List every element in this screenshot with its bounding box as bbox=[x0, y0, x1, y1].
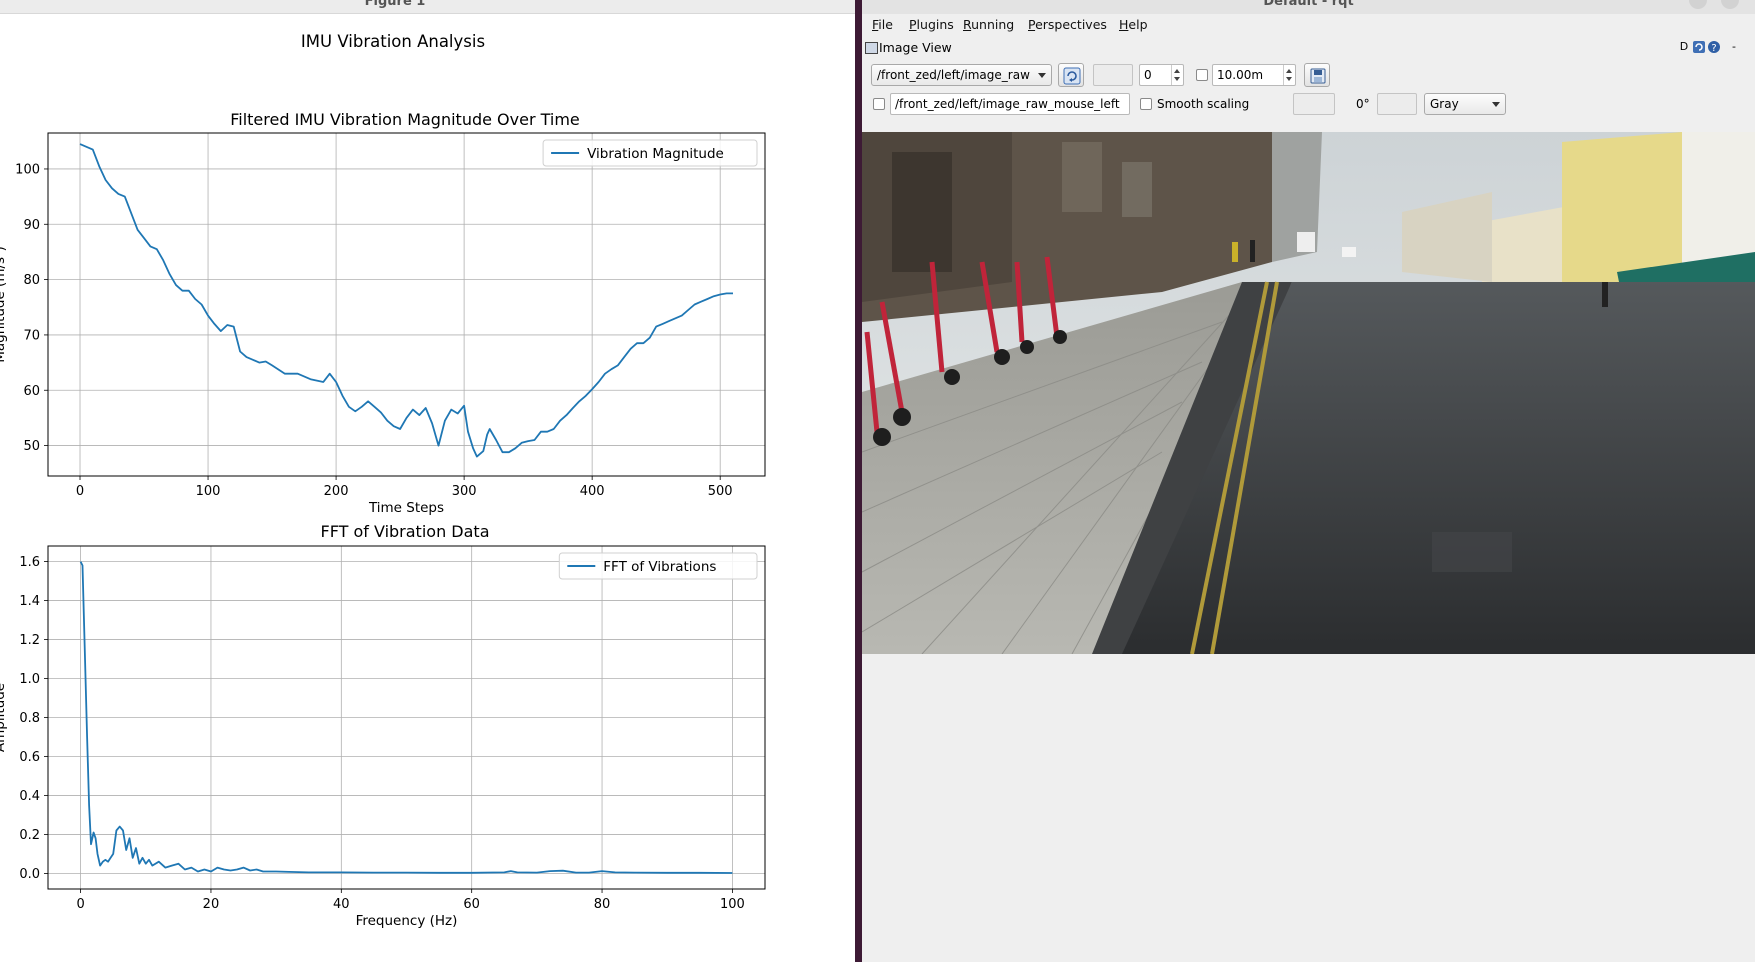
color-scheme-select[interactable]: Gray bbox=[1424, 93, 1506, 115]
reload-icon[interactable] bbox=[1692, 40, 1706, 54]
dock-minus-button[interactable]: - bbox=[1727, 40, 1741, 54]
figure-window: Figure 1 IMU Vibration Analysis Filtered… bbox=[0, 0, 855, 962]
chart0-y-tick-label: 80 bbox=[23, 273, 40, 288]
chart1-title: Filtered IMU Vibration Magnitude Over Ti… bbox=[230, 110, 580, 129]
spin-arrows-icon bbox=[1283, 65, 1295, 85]
menu-plugins-accel: P bbox=[909, 17, 917, 32]
chart0-y-tick-label: 90 bbox=[23, 218, 40, 233]
dynamic-range-checkbox[interactable] bbox=[1196, 69, 1208, 81]
chart0-y-tick-label: 70 bbox=[23, 328, 40, 343]
save-image-icon bbox=[1310, 68, 1326, 84]
chart1-x-tick-label: 40 bbox=[333, 897, 350, 912]
menu-perspectives-rest: erspectives bbox=[1035, 17, 1107, 32]
rotation-label: 0° bbox=[1356, 97, 1370, 111]
chart1-ylabel: Amplitude bbox=[0, 683, 8, 752]
menu-file-rest: ile bbox=[878, 17, 893, 32]
figure-canvas: IMU Vibration Analysis Filtered IMU Vibr… bbox=[0, 32, 766, 929]
chart1-legend-label: FFT of Vibrations bbox=[603, 559, 716, 575]
refresh-topics-button[interactable] bbox=[1058, 63, 1084, 87]
chart1-y-tick-label: 0.2 bbox=[19, 828, 40, 843]
chart1-x-tick-label: 20 bbox=[203, 897, 220, 912]
menu-running-accel: R bbox=[963, 17, 972, 32]
window-divider bbox=[855, 0, 862, 962]
chart0-x-tick-label: 400 bbox=[580, 484, 605, 499]
chart0-y-tick-label: 50 bbox=[23, 439, 40, 454]
mouse-topic-value: /front_zed/left/image_raw_mouse_left bbox=[895, 97, 1120, 111]
chevron-down-icon bbox=[1492, 102, 1500, 107]
svg-text:?: ? bbox=[1711, 43, 1716, 54]
rqt-window: Default - rqt File Plugins Running Persp… bbox=[862, 0, 1755, 962]
chart1-x-tick-label: 80 bbox=[594, 897, 611, 912]
publish-mouse-checkbox[interactable] bbox=[873, 98, 885, 110]
chart1-y-tick-label: 0.6 bbox=[19, 750, 40, 765]
chart0-x-tick-label: 200 bbox=[324, 484, 349, 499]
chart0-x-tick-label: 100 bbox=[196, 484, 221, 499]
chart1-y-tick-label: 0.4 bbox=[19, 789, 40, 804]
chevron-down-icon bbox=[1038, 73, 1046, 78]
refresh-icon bbox=[1063, 67, 1081, 85]
chart0-ylabel: Magnitude (m/s²) bbox=[0, 246, 8, 363]
menu-help-accel: H bbox=[1119, 17, 1129, 32]
rqt-window-title: Default - rqt bbox=[1263, 0, 1354, 9]
rotation-spinbox[interactable]: 0 bbox=[1139, 64, 1184, 86]
chart0-y-tick-label: 60 bbox=[23, 384, 40, 399]
chart1-y-tick-label: 0.0 bbox=[19, 867, 40, 882]
dock-title: Image View bbox=[879, 40, 952, 55]
duration-spinbox-value: 10.00m bbox=[1217, 68, 1264, 82]
chart0-frame bbox=[47, 132, 766, 477]
menu-file[interactable]: File bbox=[872, 17, 893, 32]
help-icon[interactable]: ? bbox=[1707, 40, 1721, 54]
menubar: File Plugins Running Perspectives Help bbox=[862, 14, 1755, 36]
chart1-x-tick-label: 0 bbox=[76, 897, 84, 912]
save-image-button[interactable] bbox=[1304, 63, 1330, 87]
chart1-y-tick-label: 1.4 bbox=[19, 594, 40, 609]
chart1-x-tick-label: 100 bbox=[720, 897, 745, 912]
chart-fft: 0 20 40 60 80 100 0.0 0.2 0.4 0.6 0.8 1.0 1.2 1.4 1.6 F… bbox=[0, 545, 766, 929]
chart0-xlabel: Time Steps bbox=[368, 500, 444, 516]
topic-select-value: /front_zed/left/image_raw bbox=[877, 68, 1030, 82]
chart1-xlabel: Frequency (Hz) bbox=[356, 913, 458, 929]
smooth-scaling-label: Smooth scaling bbox=[1157, 97, 1250, 111]
street-scene-image bbox=[862, 132, 1755, 654]
spin-arrows-icon bbox=[1171, 65, 1183, 85]
chart0-x-tick-label: 0 bbox=[76, 484, 84, 499]
menu-running-rest: unning bbox=[971, 17, 1015, 32]
chart1-y-tick-label: 1.2 bbox=[19, 633, 40, 648]
desktop: Figure 1 IMU Vibration Analysis Filtered… bbox=[0, 0, 1755, 962]
smooth-scaling-checkbox[interactable] bbox=[1140, 98, 1152, 110]
num-gridlines-field[interactable] bbox=[1293, 93, 1335, 115]
menu-help[interactable]: Help bbox=[1119, 17, 1148, 32]
menu-running[interactable]: Running bbox=[963, 17, 1014, 32]
rotate-field[interactable] bbox=[1377, 93, 1417, 115]
mouse-topic-field[interactable]: /front_zed/left/image_raw_mouse_left bbox=[890, 93, 1130, 115]
menu-perspectives[interactable]: Perspectives bbox=[1028, 17, 1107, 32]
chart0-x-tick-label: 500 bbox=[708, 484, 733, 499]
zoom-field[interactable] bbox=[1093, 64, 1133, 86]
rotation-spinbox-value: 0 bbox=[1144, 68, 1152, 82]
chart0-x-tick-label: 300 bbox=[452, 484, 477, 499]
chart1-x-tick-label: 60 bbox=[463, 897, 480, 912]
menu-plugins[interactable]: Plugins bbox=[909, 17, 954, 32]
dock-d-button[interactable]: D bbox=[1677, 40, 1691, 54]
menu-help-rest: elp bbox=[1128, 17, 1148, 32]
image-view-icon bbox=[865, 42, 878, 54]
chart2-title: FFT of Vibration Data bbox=[320, 522, 489, 541]
chart0-series-line bbox=[79, 143, 733, 458]
duration-spinbox[interactable]: 10.00m bbox=[1212, 64, 1296, 86]
figure-suptitle: IMU Vibration Analysis bbox=[301, 32, 485, 51]
dock-buttons: D ? - bbox=[1677, 40, 1747, 56]
camera-image[interactable] bbox=[862, 132, 1755, 654]
rqt-titlebar: Default - rqt bbox=[862, 0, 1755, 14]
topic-select[interactable]: /front_zed/left/image_raw bbox=[871, 64, 1052, 86]
color-scheme-value: Gray bbox=[1430, 97, 1459, 111]
chart0-y-tick-label: 100 bbox=[15, 162, 40, 177]
menu-plugins-rest: lugins bbox=[916, 17, 954, 32]
chart1-y-tick-label: 1.0 bbox=[19, 672, 40, 687]
chart1-y-tick-label: 0.8 bbox=[19, 711, 40, 726]
dock-titlebar: Image View D ? - bbox=[862, 37, 1755, 59]
chart-vibration-magnitude: 0 100 200 300 400 500 50 60 70 80 90 100 Time Steps M… bbox=[0, 132, 766, 516]
chart1-y-tick-label: 1.6 bbox=[19, 555, 40, 570]
chart0-legend-label: Vibration Magnitude bbox=[587, 146, 724, 162]
